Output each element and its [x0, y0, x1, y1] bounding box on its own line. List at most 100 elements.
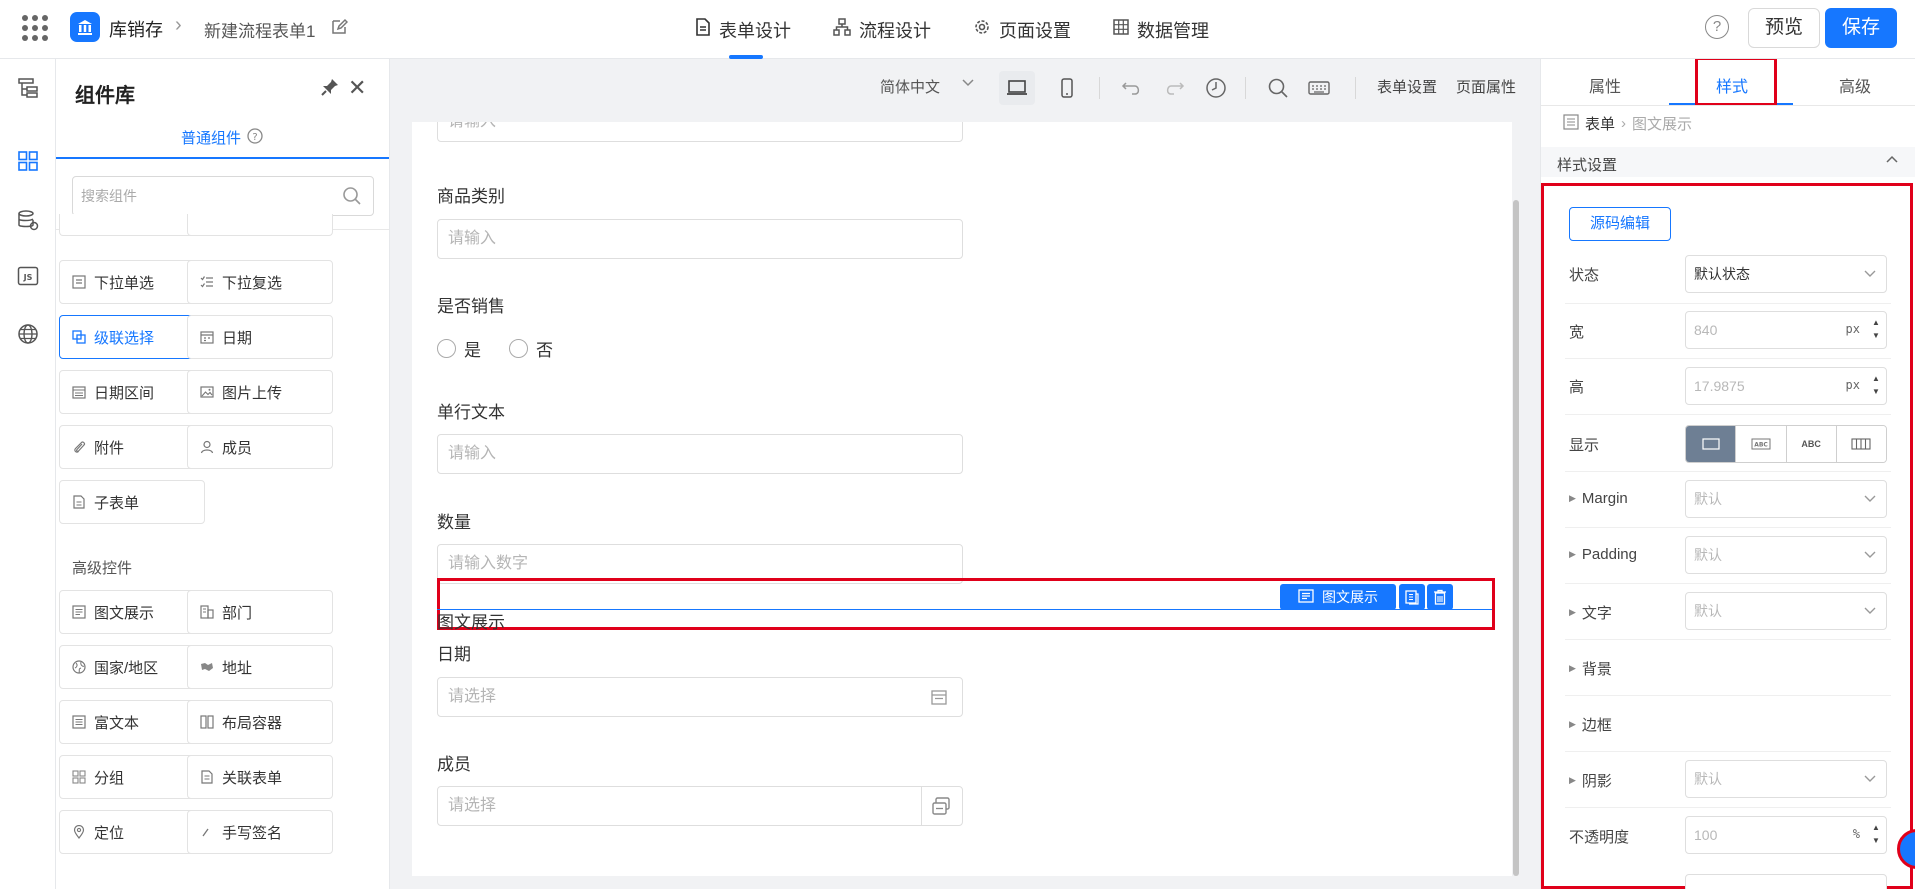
date-picker-input[interactable] [437, 677, 963, 717]
display-inline-block-option[interactable]: ABC [1736, 426, 1787, 462]
component-layout-container[interactable]: 布局容器 [187, 700, 333, 744]
component-country-region[interactable]: 国家/地区 [59, 645, 205, 689]
stepper-arrows-icon[interactable]: ▲ ▼ [1870, 821, 1882, 847]
globe-icon[interactable] [13, 319, 43, 349]
component-address[interactable]: 地址 [187, 645, 333, 689]
desktop-view-icon[interactable] [999, 71, 1035, 105]
component-item-clipped[interactable] [59, 214, 205, 236]
component-department[interactable]: 部门 [187, 590, 333, 634]
trash-icon[interactable] [1427, 584, 1453, 610]
components-grid-icon[interactable] [13, 146, 43, 176]
component-dropdown-multi[interactable]: 下拉复选 [187, 260, 333, 304]
text-expander[interactable]: ▶ 文字 [1569, 602, 1612, 623]
redo-icon[interactable] [1156, 71, 1192, 105]
search-icon[interactable] [342, 186, 362, 210]
search-icon[interactable] [1260, 71, 1296, 105]
component-linked-form[interactable]: 关联表单 [187, 755, 333, 799]
component-date[interactable]: 日期 [187, 315, 333, 359]
outline-tree-icon[interactable] [13, 73, 43, 103]
category-input[interactable] [437, 219, 963, 259]
js-code-icon[interactable]: JS [13, 261, 43, 291]
display-inline-option[interactable]: ABC [1786, 426, 1837, 462]
copy-icon[interactable] [1399, 584, 1425, 610]
text-style-select[interactable]: 默认 [1685, 592, 1887, 630]
component-signature[interactable]: 手写签名 [187, 810, 333, 854]
display-flex-option[interactable] [1836, 426, 1886, 462]
preview-button[interactable]: 预览 [1748, 8, 1820, 48]
padding-select[interactable]: 默认 [1685, 536, 1887, 574]
tab-page-settings[interactable]: 页面设置 [973, 0, 1071, 59]
apps-grid-icon[interactable] [22, 15, 48, 41]
keyboard-icon[interactable] [1301, 71, 1337, 105]
edit-icon[interactable] [330, 18, 349, 40]
breadcrumb-root[interactable]: 表单 [1585, 113, 1615, 134]
selected-component-tag[interactable]: 图文展示 [1280, 584, 1396, 610]
component-library-panel: 组件库 ✕ 普通组件 ? 下拉单选 下拉复选 级联选择 日期 日期区间 图片上传 [56, 59, 390, 889]
component-cascade[interactable]: 级联选择 [59, 315, 205, 359]
tab-data-management[interactable]: 数据管理 [1113, 0, 1209, 59]
state-select[interactable]: 默认状态 [1685, 255, 1887, 293]
component-item-clipped[interactable] [187, 214, 333, 236]
save-button[interactable]: 保存 [1825, 8, 1897, 48]
single-text-input[interactable] [437, 434, 963, 474]
height-input[interactable]: 17.9875 px ▲ ▼ [1685, 367, 1887, 405]
component-attachment[interactable]: 附件 [59, 425, 205, 469]
partial-select[interactable] [1685, 874, 1887, 889]
calendar-icon[interactable] [930, 688, 948, 706]
image-icon [200, 385, 214, 399]
padding-expander[interactable]: ▶ Padding [1569, 546, 1637, 563]
margin-select[interactable]: 默认 [1685, 480, 1887, 518]
component-rich-text[interactable]: 富文本 [59, 700, 205, 744]
stepper-arrows-icon[interactable]: ▲ ▼ [1870, 316, 1882, 342]
help-icon[interactable]: ? [1705, 15, 1729, 39]
input-divider [921, 787, 922, 825]
chevron-down-icon[interactable] [960, 74, 976, 94]
shadow-select[interactable]: 默认 [1685, 760, 1887, 798]
tab-basic-components[interactable]: 普通组件 ? [181, 127, 263, 148]
file-text-icon [695, 18, 711, 41]
undo-icon[interactable] [1114, 71, 1150, 105]
border-expander[interactable]: ▶ 边框 [1569, 714, 1612, 735]
component-group[interactable]: 分组 [59, 755, 205, 799]
member-picker-icon[interactable] [931, 796, 951, 816]
text-input-top[interactable] [437, 122, 963, 142]
component-date-range[interactable]: 日期区间 [59, 370, 205, 414]
component-text-image[interactable]: 图文展示 [59, 590, 205, 634]
component-subform[interactable]: 子表单 [59, 480, 205, 524]
history-icon[interactable] [1198, 71, 1234, 105]
form-settings-link[interactable]: 表单设置 [1377, 76, 1437, 97]
chevron-up-icon[interactable] [1885, 153, 1899, 171]
width-input[interactable]: 840 px ▲ ▼ [1685, 311, 1887, 349]
display-block-option[interactable] [1686, 426, 1737, 462]
chevron-down-icon [1862, 770, 1878, 789]
help-circle-icon[interactable]: ? [247, 127, 263, 148]
radio-no[interactable]: 否 [509, 336, 553, 361]
pin-icon[interactable] [320, 77, 340, 101]
component-image-upload[interactable]: 图片上传 [187, 370, 333, 414]
language-select[interactable]: 简体中文 [880, 76, 940, 97]
member-select-input[interactable] [437, 786, 963, 826]
app-name[interactable]: 库销存 [109, 16, 163, 42]
component-location[interactable]: 定位 [59, 810, 205, 854]
app-logo-icon[interactable] [70, 12, 100, 42]
close-icon[interactable]: ✕ [348, 75, 366, 101]
tab-attributes[interactable]: 属性 [1589, 73, 1621, 97]
component-search-input[interactable] [72, 176, 374, 216]
tab-advanced[interactable]: 高级 [1839, 73, 1871, 97]
tab-flow-design[interactable]: 流程设计 [833, 0, 931, 59]
stepper-arrows-icon[interactable]: ▲ ▼ [1870, 372, 1882, 398]
shadow-expander[interactable]: ▶ 阴影 [1569, 770, 1612, 791]
component-member[interactable]: 成员 [187, 425, 333, 469]
opacity-input[interactable]: 100 % ▲ ▼ [1685, 816, 1887, 854]
canvas-scrollbar[interactable] [1513, 200, 1519, 876]
row-separator [1565, 414, 1891, 415]
component-dropdown-single[interactable]: 下拉单选 [59, 260, 205, 304]
tab-form-design[interactable]: 表单设计 [695, 0, 791, 59]
margin-expander[interactable]: ▶ Margin [1569, 490, 1628, 507]
mobile-view-icon[interactable] [1049, 71, 1085, 105]
page-properties-link[interactable]: 页面属性 [1456, 76, 1516, 97]
data-source-icon[interactable] [13, 205, 43, 235]
radio-yes[interactable]: 是 [437, 336, 481, 361]
source-edit-button[interactable]: 源码编辑 [1569, 207, 1671, 241]
background-expander[interactable]: ▶ 背景 [1569, 658, 1612, 679]
